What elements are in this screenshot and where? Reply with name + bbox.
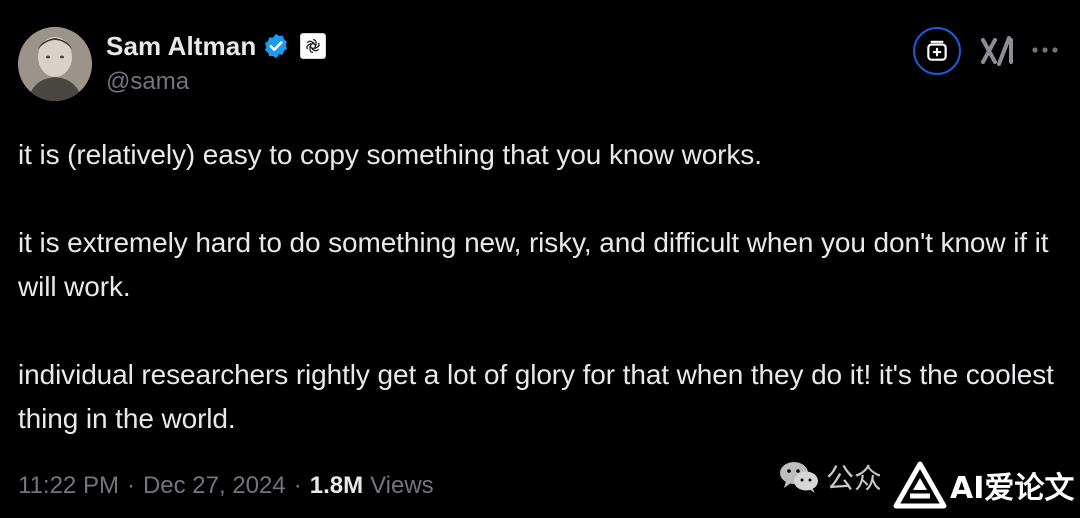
meta-separator: · [126, 472, 135, 499]
tweet-paragraph: it is extremely hard to do something new… [18, 227, 1049, 302]
xai-logo-icon[interactable] [981, 36, 1015, 66]
author-name-row: Sam Altman [106, 28, 327, 64]
more-options-icon[interactable] [1030, 45, 1060, 55]
grok-icon [927, 40, 947, 61]
tweet-paragraph: it is (relatively) easy to copy somethin… [18, 139, 762, 170]
meta-separator: · [293, 472, 302, 499]
ai-logo-icon [893, 461, 947, 509]
verified-badge-icon[interactable] [262, 32, 290, 60]
views-count[interactable]: 1.8M [310, 472, 363, 500]
tweet-text: it is (relatively) easy to copy somethin… [18, 133, 1058, 441]
tweet-meta: 11:22 PM · Dec 27, 2024 · 1.8M Views [18, 472, 434, 500]
avatar[interactable] [18, 27, 92, 101]
watermark: 公众 [778, 452, 882, 502]
tweet-date[interactable]: Dec 27, 2024 [143, 472, 286, 500]
watermark-text: 公众 [826, 462, 883, 495]
wechat-icon [780, 462, 818, 493]
watermark-logo-text: AI爱论文 [950, 471, 1075, 506]
tweet-time[interactable]: 11:22 PM [18, 472, 119, 500]
tweet-header: Sam Altman @sama [18, 25, 1060, 105]
avatar-portrait [18, 27, 92, 101]
watermark-logo: AI爱论文 [880, 452, 1080, 518]
views-label: Views [370, 472, 434, 499]
author-handle[interactable]: @sama [106, 68, 189, 96]
openai-logo-icon[interactable] [300, 33, 327, 59]
author-display-name[interactable]: Sam Altman [106, 31, 256, 62]
grok-button[interactable] [913, 27, 961, 75]
tweet-paragraph: individual researchers rightly get a lot… [18, 359, 1054, 434]
